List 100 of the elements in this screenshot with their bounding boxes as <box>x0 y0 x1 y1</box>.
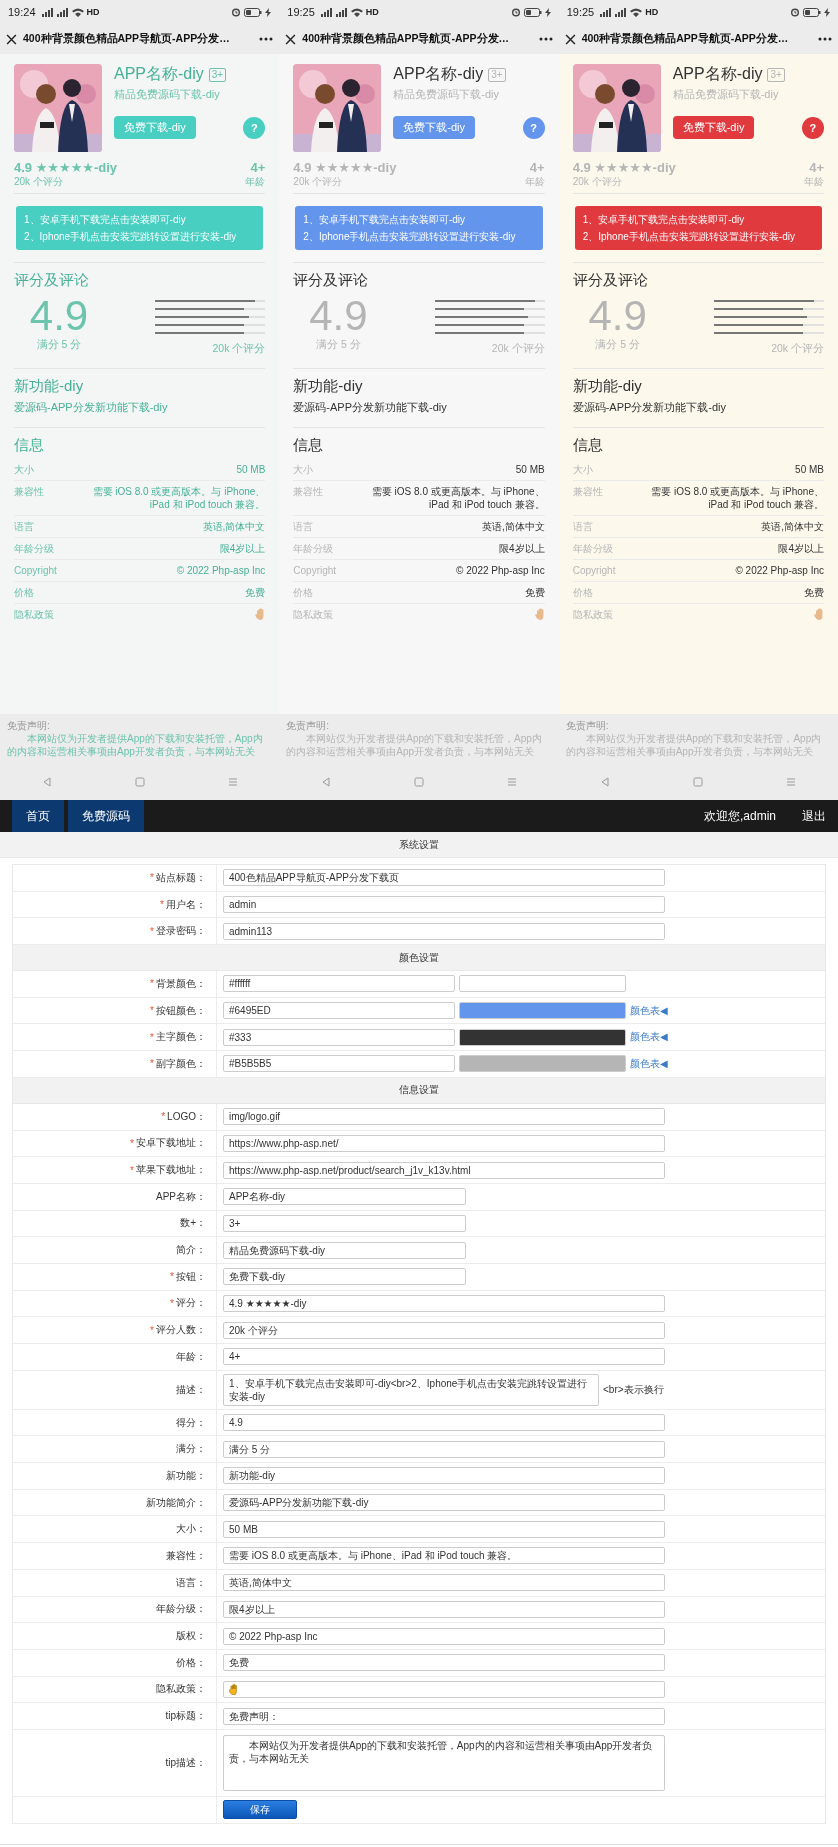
required-mark: * <box>170 1297 174 1309</box>
text-field[interactable]: © 2022 Php-asp Inc <box>223 1627 665 1645</box>
text-field[interactable]: img/logo.gif <box>223 1108 665 1126</box>
more-icon[interactable] <box>538 37 553 41</box>
text-field[interactable]: #B5B5B5 <box>223 1055 455 1073</box>
disclaimer-title: 免责声明: <box>286 719 331 732</box>
download-button[interactable]: 免费下载-diy <box>672 116 755 139</box>
text-field[interactable]: 需要 iOS 8.0 或更高版本。与 iPhone、iPad 和 iPod touch 兼容。 <box>223 1547 665 1565</box>
info-label: 大小 <box>14 463 34 476</box>
back-icon[interactable] <box>320 777 331 787</box>
text-field[interactable]: 免费声明： <box>223 1707 665 1725</box>
text-field[interactable]: 4+ <box>223 1348 665 1366</box>
field-label: 评分： <box>176 1296 206 1311</box>
back-icon[interactable] <box>600 777 611 787</box>
text-field[interactable]: 50 MB <box>223 1520 665 1538</box>
network-label: HD <box>86 7 100 17</box>
required-mark: * <box>130 1137 134 1149</box>
text-field[interactable]: 免费下载-diy <box>223 1268 466 1286</box>
alarm-icon <box>790 7 800 17</box>
info-value: 限4岁以上 <box>778 542 824 555</box>
field-label: 满分： <box>176 1442 206 1457</box>
home-icon[interactable] <box>693 777 704 787</box>
wifi-icon <box>71 7 84 17</box>
text-field[interactable]: 限4岁以上 <box>223 1600 665 1618</box>
more-icon[interactable] <box>818 37 832 41</box>
text-field[interactable] <box>223 1680 665 1698</box>
back-icon[interactable] <box>41 777 52 787</box>
text-field[interactable]: 英语,简体中文 <box>223 1574 665 1592</box>
color-chart-link[interactable]: 颜色表◀ <box>630 1003 668 1018</box>
wifi-icon <box>630 7 643 17</box>
rating-scale: 满分 5 分 <box>315 338 362 352</box>
text-field[interactable]: 3+ <box>223 1214 466 1232</box>
hand-icon <box>229 1683 238 1695</box>
menu-icon[interactable] <box>786 777 797 787</box>
home-icon[interactable] <box>414 777 424 787</box>
text-field[interactable]: 4.9 <box>223 1414 665 1432</box>
signal-icon <box>56 7 69 17</box>
text-field[interactable]: 4.9 ★★★★★-diy <box>223 1294 665 1312</box>
textarea-field[interactable]: 本网站仅为开发者提供App的下载和安装托管，App内的内容和运营相关事项由App开发者负责，与本网站无关 <box>223 1734 665 1791</box>
rating-score: 4.9 <box>587 294 648 338</box>
nav-tab[interactable]: 首页 <box>12 800 64 832</box>
info-value: © 2022 Php-asp Inc <box>735 564 824 577</box>
save-button[interactable]: 保存 <box>223 1800 297 1820</box>
field-label: 按钮： <box>176 1269 206 1284</box>
instruction-text: 1、安卓手机下载完点击安装即可-diy <box>582 213 746 227</box>
close-icon[interactable] <box>285 33 297 45</box>
close-icon[interactable] <box>6 33 17 45</box>
text-field[interactable]: 满分 5 分 <box>223 1440 665 1458</box>
field-label: 语言： <box>176 1575 206 1590</box>
help-button[interactable]: ? <box>802 116 824 139</box>
menu-icon[interactable] <box>507 777 518 787</box>
text-field[interactable]: https://www.php-asp.net/product/search_j1v_k13v.html <box>223 1161 665 1179</box>
section-heading: 信息 <box>572 436 604 455</box>
info-value: 需要 iOS 8.0 或更高版本。与 iPhone、iPad 和 iPod touch 兼容。 <box>650 485 824 511</box>
text-field[interactable]: 爱源码-APP分发新功能下载-diy <box>223 1494 665 1512</box>
section-header: 信息设置 <box>13 1077 825 1104</box>
hand-icon <box>534 608 545 620</box>
text-field[interactable]: 精品免费源码下载-diy <box>223 1241 466 1259</box>
text-field[interactable]: admin <box>223 896 665 914</box>
text-field[interactable]: 400色精品APP导航页-APP分发下载页 <box>223 869 665 887</box>
info-value: 免费 <box>804 586 824 599</box>
text-field[interactable]: APP名称-diy <box>223 1188 466 1206</box>
info-label: 年龄分级 <box>572 542 613 555</box>
alarm-icon <box>510 7 521 17</box>
feature-text: 爱源码-APP分发新功能下载-diy <box>14 400 169 415</box>
info-value: © 2022 Php-asp Inc <box>456 564 545 577</box>
color-chart-link[interactable]: 颜色表◀ <box>630 1030 668 1045</box>
text-field[interactable]: #ffffff <box>223 975 455 993</box>
app-subtitle: 精品免费源码下载-diy <box>672 87 780 102</box>
menu-icon[interactable] <box>227 777 238 787</box>
more-icon[interactable] <box>259 37 274 41</box>
required-mark: * <box>150 925 154 937</box>
nav-tab[interactable]: 免费源码 <box>68 800 144 832</box>
required-mark: * <box>170 1271 174 1283</box>
info-label: 语言 <box>572 520 593 533</box>
info-label: 隐私政策 <box>572 608 613 621</box>
feature-text: 爱源码-APP分发新功能下载-diy <box>572 400 728 415</box>
page-title: 400种背景颜色精品APP导航页-APP分发… <box>302 32 511 46</box>
home-icon[interactable] <box>134 777 145 787</box>
text-field[interactable]: 20k 个评分 <box>223 1321 665 1339</box>
text-field[interactable]: #333 <box>223 1028 455 1046</box>
info-label: 兼容性 <box>572 485 603 498</box>
app-subtitle: 精品免费源码下载-diy <box>114 87 221 102</box>
text-field[interactable]: https://www.php-asp.net/ <box>223 1134 665 1152</box>
text-field[interactable]: 1、安卓手机下载完点击安装即可-diy<br>2、Iphone手机点击安装完跳转设置进行安装-diy <box>223 1373 599 1406</box>
field-label: 年龄分级： <box>156 1602 206 1617</box>
network-label: HD <box>365 7 379 17</box>
text-field[interactable]: admin113 <box>223 922 665 940</box>
logout-link[interactable]: 退出 <box>802 800 826 832</box>
text-field[interactable]: 免费 <box>223 1654 665 1672</box>
color-chart-link[interactable]: 颜色表◀ <box>630 1056 668 1071</box>
section-heading: 评分及评论 <box>572 271 649 290</box>
field-label: 按钮颜色： <box>156 1003 206 1018</box>
close-icon[interactable] <box>564 33 576 45</box>
text-field[interactable]: #6495ED <box>223 1002 455 1020</box>
rating-count: 20k 个评分 <box>211 342 266 356</box>
required-mark: * <box>150 978 154 990</box>
network-label: HD <box>645 7 659 17</box>
text-field[interactable]: 新功能-diy <box>223 1467 665 1485</box>
info-value: 需要 iOS 8.0 或更高版本。与 iPhone、iPad 和 iPod touch 兼容。 <box>91 485 266 511</box>
